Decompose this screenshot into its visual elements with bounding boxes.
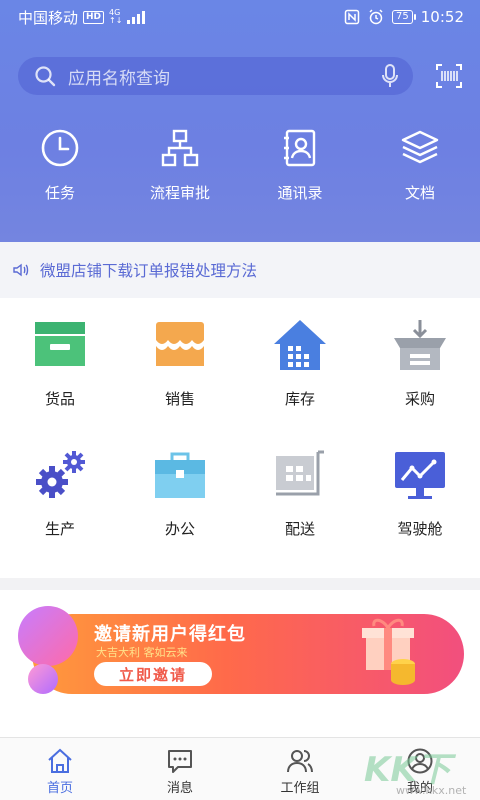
purchase-box-icon — [394, 320, 446, 370]
flowchart-icon — [161, 129, 199, 167]
invite-banner[interactable]: 邀请新用户得红包 大吉大利 客如云来 立即邀请 — [16, 606, 464, 698]
user-icon — [407, 748, 433, 774]
quick-item-label: 流程审批 — [149, 184, 210, 202]
contacts-icon — [284, 129, 316, 167]
module-label: 配送 — [284, 520, 315, 538]
carrier-name: 中国移动 — [18, 8, 79, 27]
module-grid: 货品 销售 库存 采购 生产 办公 配送 驾驶舱 — [0, 300, 480, 560]
home-icon — [48, 748, 72, 773]
alarm-icon — [369, 9, 383, 25]
search-placeholder: 应用名称查询 — [68, 68, 170, 89]
module-production[interactable]: 生产 — [0, 430, 120, 560]
tab-messages[interactable]: 消息 — [120, 738, 240, 800]
notice-bar[interactable]: 微盟店铺下载订单报错处理方法 — [0, 242, 480, 298]
search-row: 应用名称查询 — [18, 57, 464, 95]
briefcase-icon — [155, 452, 205, 498]
battery-indicator: 75 — [392, 10, 416, 24]
tab-home[interactable]: 首页 — [0, 738, 120, 800]
quick-item-tasks[interactable]: 任务 — [0, 128, 120, 203]
module-sales[interactable]: 销售 — [120, 300, 240, 430]
tab-workgroup[interactable]: 工作组 — [240, 738, 360, 800]
message-icon — [168, 750, 192, 773]
signal-icon — [127, 10, 146, 24]
group-icon — [287, 750, 313, 773]
module-label: 货品 — [44, 390, 75, 408]
delivery-cart-icon — [276, 450, 324, 496]
coin-stack-icon — [391, 659, 415, 685]
hd-badge: HD — [83, 10, 105, 24]
invite-now-button[interactable]: 立即邀请 — [94, 662, 212, 686]
section-divider — [0, 578, 480, 590]
quick-item-label: 任务 — [44, 184, 75, 202]
banner-title: 邀请新用户得红包 — [94, 624, 246, 645]
module-goods[interactable]: 货品 — [0, 300, 120, 430]
module-office[interactable]: 办公 — [120, 430, 240, 560]
module-label: 办公 — [164, 520, 195, 538]
header-background — [0, 0, 480, 242]
clock-time: 10:52 — [420, 8, 464, 26]
quick-item-contacts[interactable]: 通讯录 — [240, 128, 360, 203]
speaker-icon — [13, 263, 29, 277]
tab-label: 我的 — [406, 781, 433, 796]
module-label: 库存 — [284, 390, 315, 408]
module-cockpit[interactable]: 驾驶舱 — [360, 430, 480, 560]
tab-label: 工作组 — [280, 781, 320, 796]
quick-item-label: 通讯录 — [277, 184, 323, 202]
quick-actions: 任务 流程审批 通讯录 文档 — [0, 128, 480, 203]
module-delivery[interactable]: 配送 — [240, 430, 360, 560]
decor-bubble — [28, 664, 58, 694]
clock-icon — [41, 129, 79, 167]
status-bar: 中国移动 HD 4G ↑↓ 75 10:52 — [0, 0, 480, 34]
nfc-icon — [344, 9, 360, 25]
module-label: 采购 — [404, 390, 435, 408]
shop-awning-icon — [156, 322, 204, 366]
bottom-tab-bar: 首页 消息 工作组 我的 — [0, 737, 480, 800]
warehouse-icon — [274, 320, 326, 370]
microphone-icon[interactable] — [381, 64, 399, 88]
network-indicator: 4G ↑↓ — [109, 8, 123, 25]
gears-icon — [36, 451, 85, 498]
module-label: 销售 — [164, 390, 195, 408]
decor-bubble — [18, 606, 78, 666]
quick-item-approval[interactable]: 流程审批 — [120, 128, 240, 203]
quick-item-documents[interactable]: 文档 — [360, 128, 480, 203]
quick-item-label: 文档 — [404, 184, 435, 202]
search-icon — [35, 66, 56, 87]
module-label: 驾驶舱 — [397, 520, 443, 538]
banner-subtitle: 大吉大利 客如云来 — [96, 646, 188, 659]
tab-label: 消息 — [166, 781, 193, 796]
tab-profile[interactable]: 我的 — [360, 738, 480, 800]
module-inventory[interactable]: 库存 — [240, 300, 360, 430]
layers-icon — [401, 130, 439, 164]
module-label: 生产 — [44, 520, 75, 538]
module-purchase[interactable]: 采购 — [360, 300, 480, 430]
scan-icon[interactable] — [435, 62, 463, 90]
tab-label: 首页 — [46, 781, 73, 796]
goods-box-icon — [35, 322, 85, 366]
search-input[interactable]: 应用名称查询 — [18, 57, 413, 95]
dashboard-monitor-icon — [395, 452, 445, 499]
notice-text: 微盟店铺下载订单报错处理方法 — [40, 262, 258, 280]
